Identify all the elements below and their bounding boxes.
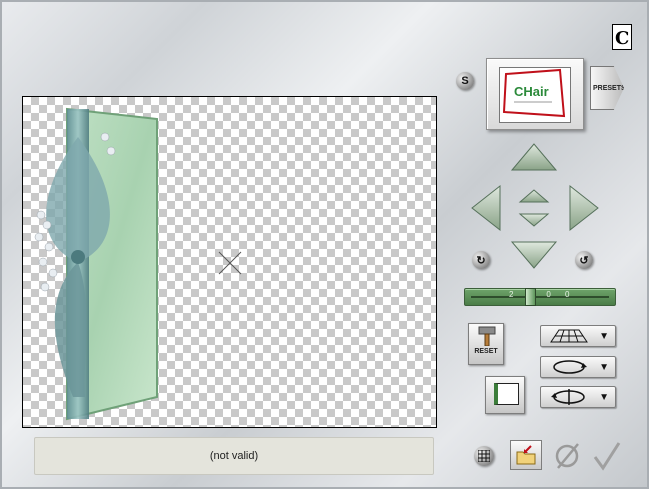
thumbnail-image: CHair xyxy=(499,67,571,123)
preview-canvas[interactable] xyxy=(22,96,437,428)
small-arrow-up-icon[interactable] xyxy=(518,189,550,203)
ok-button[interactable] xyxy=(592,442,622,471)
arrow-left-icon[interactable] xyxy=(471,184,501,232)
arrow-down-icon[interactable] xyxy=(510,241,558,269)
slider-ticks: 2 0 0 0 xyxy=(509,290,576,299)
presets-label: PRESETS xyxy=(593,84,626,92)
status-text: (not valid) xyxy=(209,450,259,462)
rotation-icon xyxy=(553,360,587,374)
thumbnail-caption: CHair xyxy=(514,84,549,99)
zoom-slider[interactable]: 2 0 0 0 xyxy=(464,288,616,306)
frame-icon xyxy=(494,383,519,405)
hammer-icon xyxy=(478,326,496,347)
grid-icon[interactable] xyxy=(474,446,494,466)
reset-button[interactable]: RESET xyxy=(468,323,504,365)
import-folder-icon xyxy=(516,445,536,465)
rotation-mode-button[interactable]: ▼ xyxy=(540,356,616,378)
perspective-grid-icon xyxy=(550,329,588,343)
chevron-down-icon: ▼ xyxy=(599,362,609,373)
chevron-down-icon: ▼ xyxy=(599,331,609,342)
slider-thumb[interactable] xyxy=(525,288,537,306)
svg-text:C: C xyxy=(615,28,629,49)
frame-toggle-button[interactable] xyxy=(485,376,525,414)
chevron-down-icon: ▼ xyxy=(599,392,609,403)
small-arrow-down-icon[interactable] xyxy=(518,213,550,227)
import-button[interactable] xyxy=(510,440,542,470)
preview-image xyxy=(34,107,242,421)
preset-thumbnail[interactable]: CHair xyxy=(486,58,584,130)
arrow-up-icon[interactable] xyxy=(510,143,558,171)
spin-icon xyxy=(551,389,585,405)
corel-logo-icon: C xyxy=(612,24,632,50)
check-icon xyxy=(593,442,621,471)
reset-label: RESET xyxy=(474,348,498,355)
cancel-icon xyxy=(555,443,579,469)
s-button[interactable]: S xyxy=(456,72,474,90)
cancel-button[interactable] xyxy=(552,442,582,470)
rotate-right-icon[interactable]: ↺ xyxy=(575,251,593,269)
perspective-mode-button[interactable]: ▼ xyxy=(540,325,616,347)
presets-button[interactable]: PRESETS xyxy=(590,66,624,110)
spin-mode-button[interactable]: ▼ xyxy=(540,386,616,408)
status-bar: (not valid) xyxy=(34,437,434,475)
arrow-right-icon[interactable] xyxy=(569,184,599,232)
dialog-frame: C S CHair PRESETS ↻ ↺ 2 0 0 0 RESET ▼ ▼ … xyxy=(0,0,649,489)
rotate-left-icon[interactable]: ↻ xyxy=(472,251,490,269)
